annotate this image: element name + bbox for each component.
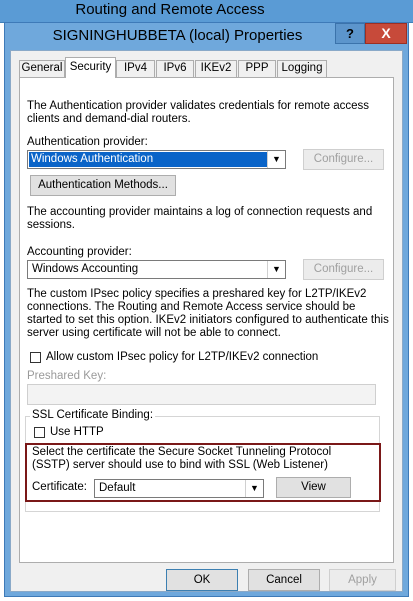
preshared-key-label: Preshared Key: bbox=[27, 370, 107, 382]
parent-window-titlebar: Routing and Remote Access bbox=[0, 0, 413, 23]
certificate-label: Certificate: bbox=[32, 481, 87, 493]
parent-window-title: Routing and Remote Access bbox=[75, 1, 265, 18]
accounting-provider-value: Windows Accounting bbox=[32, 263, 139, 275]
dialog-titlebar[interactable]: SIGNINGHUBBETA (local) Properties ? X bbox=[5, 23, 408, 49]
cancel-button[interactable]: Cancel bbox=[248, 569, 320, 591]
allow-custom-ipsec-label: Allow custom IPsec policy for L2TP/IKEv2… bbox=[46, 351, 319, 363]
dialog-client-area: General Security IPv4 IPv6 IKEv2 PPP Log… bbox=[10, 50, 403, 592]
ipsec-description: The custom IPsec policy specifies a pres… bbox=[27, 288, 389, 339]
properties-dialog: SIGNINGHUBBETA (local) Properties ? X Ge… bbox=[4, 22, 409, 597]
tab-ppp[interactable]: PPP bbox=[238, 60, 276, 77]
question-icon: ? bbox=[346, 26, 354, 41]
accounting-description: The accounting provider maintains a log … bbox=[27, 206, 373, 231]
authentication-methods-button[interactable]: Authentication Methods... bbox=[30, 175, 176, 196]
allow-custom-ipsec-checkbox[interactable] bbox=[30, 352, 41, 363]
close-icon: X bbox=[381, 25, 391, 41]
accounting-provider-dropdown[interactable]: Windows Accounting ▼ bbox=[27, 260, 286, 279]
accounting-provider-label: Accounting provider: bbox=[27, 246, 132, 258]
tab-logging[interactable]: Logging bbox=[277, 60, 327, 77]
tab-security[interactable]: Security bbox=[65, 57, 116, 78]
ok-button[interactable]: OK bbox=[166, 569, 238, 591]
certificate-value: Default bbox=[99, 482, 136, 494]
certificate-dropdown[interactable]: Default ▼ bbox=[94, 479, 264, 498]
authentication-provider-dropdown[interactable]: Windows Authentication ▼ bbox=[27, 150, 286, 169]
authentication-provider-label: Authentication provider: bbox=[27, 136, 148, 148]
close-button[interactable]: X bbox=[365, 23, 407, 44]
chevron-down-icon: ▼ bbox=[267, 151, 285, 168]
security-tab-panel: The Authentication provider validates cr… bbox=[19, 77, 394, 563]
dialog-title: SIGNINGHUBBETA (local) Properties bbox=[52, 27, 303, 44]
apply-button[interactable]: Apply bbox=[329, 569, 396, 591]
use-http-label: Use HTTP bbox=[50, 426, 104, 438]
chevron-down-icon: ▼ bbox=[245, 480, 263, 497]
chevron-down-icon: ▼ bbox=[267, 261, 285, 278]
accounting-configure-button[interactable]: Configure... bbox=[303, 259, 384, 280]
authentication-provider-value: Windows Authentication bbox=[29, 152, 267, 167]
sstp-description: Select the certificate the Secure Socket… bbox=[32, 446, 332, 471]
ssl-group-label: SSL Certificate Binding: bbox=[30, 409, 156, 422]
tab-ikev2[interactable]: IKEv2 bbox=[195, 60, 237, 77]
use-http-checkbox[interactable] bbox=[34, 427, 45, 438]
help-button[interactable]: ? bbox=[335, 23, 365, 44]
view-certificate-button[interactable]: View bbox=[276, 477, 351, 498]
tab-ipv4[interactable]: IPv4 bbox=[116, 60, 155, 77]
authentication-description: The Authentication provider validates cr… bbox=[27, 100, 369, 125]
authentication-configure-button[interactable]: Configure... bbox=[303, 149, 384, 170]
tab-ipv6[interactable]: IPv6 bbox=[156, 60, 194, 77]
preshared-key-input[interactable] bbox=[27, 384, 376, 405]
tab-general[interactable]: General bbox=[19, 60, 65, 77]
